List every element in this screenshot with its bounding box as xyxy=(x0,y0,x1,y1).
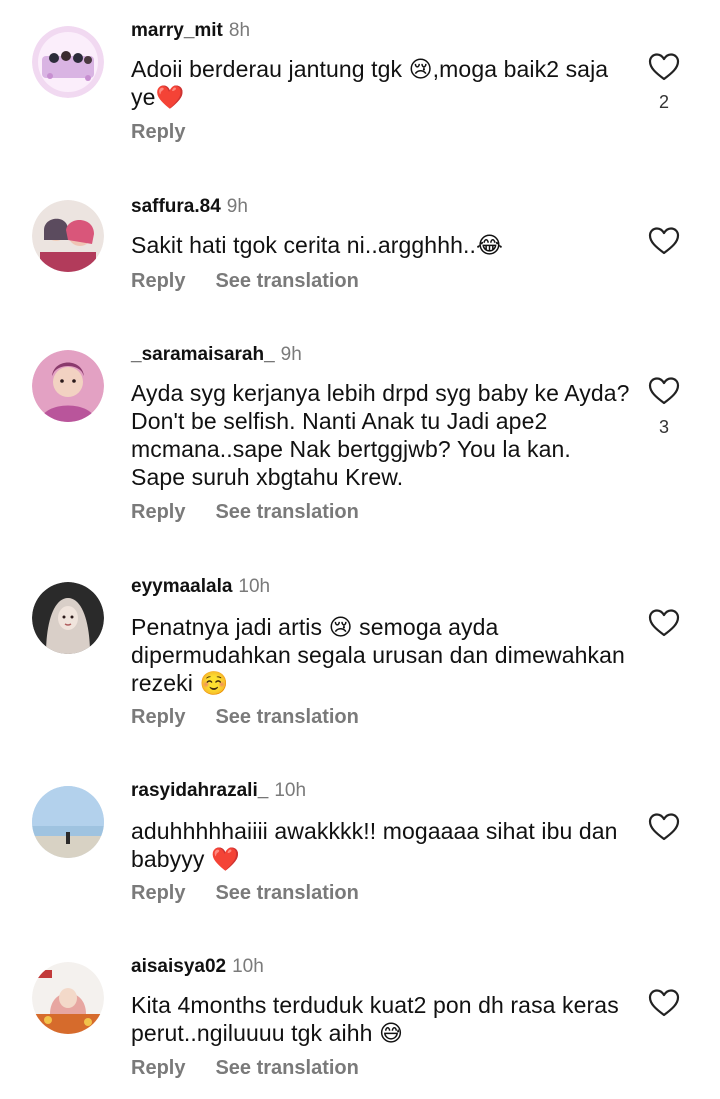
like-button[interactable] xyxy=(648,226,680,256)
reply-button[interactable]: Reply xyxy=(131,882,185,905)
heart-icon xyxy=(648,227,680,255)
see-translation-button[interactable]: See translation xyxy=(215,501,358,524)
comment-username[interactable]: rasyidahrazali_ xyxy=(131,780,268,801)
comment-text: aduhhhhhaiiii awakkkk!! mogaaaa sihat ib… xyxy=(131,818,618,872)
avatar[interactable] xyxy=(32,26,104,98)
like-button[interactable] xyxy=(648,812,680,842)
comment-time: 10h xyxy=(232,956,264,977)
comment-time: 9h xyxy=(226,196,248,217)
comment-text: Kita 4months terduduk kuat2 pon dh rasa … xyxy=(131,992,619,1046)
comment-username[interactable]: marry_mit xyxy=(131,20,223,41)
comment-time: 10h xyxy=(274,780,307,801)
avatar[interactable] xyxy=(32,200,104,272)
comment-username[interactable]: aisaisya02 xyxy=(131,956,226,977)
heart-icon xyxy=(648,377,680,405)
see-translation-button[interactable]: See translation xyxy=(215,1057,358,1080)
heart-icon xyxy=(648,989,680,1017)
see-translation-button[interactable]: See translation xyxy=(215,270,358,293)
comment-text: Sakit hati tgok cerita ni..argghhh..😂 xyxy=(131,232,503,258)
see-translation-button[interactable]: See translation xyxy=(215,706,358,729)
comment-text: Penatnya jadi artis 😢 semoga ayda diperm… xyxy=(131,614,625,696)
avatar-image xyxy=(32,962,104,1034)
see-translation-button[interactable]: See translation xyxy=(215,882,358,905)
reply-button[interactable]: Reply xyxy=(131,270,185,293)
avatar-image xyxy=(32,200,104,272)
avatar-image xyxy=(32,26,104,98)
avatar[interactable] xyxy=(32,350,104,422)
reply-button[interactable]: Reply xyxy=(131,706,185,729)
like-button[interactable] xyxy=(648,608,680,638)
avatar[interactable] xyxy=(32,962,104,1034)
reply-button[interactable]: Reply xyxy=(131,501,185,524)
comment-text: Ayda syg kerjanya lebih drpd syg baby ke… xyxy=(131,380,630,490)
heart-icon xyxy=(648,609,680,637)
avatar-image xyxy=(32,582,104,654)
avatar[interactable] xyxy=(32,582,104,654)
reply-button[interactable]: Reply xyxy=(131,121,185,144)
like-count: 2 xyxy=(658,92,669,112)
comment-username[interactable]: eyymaalala xyxy=(131,576,232,597)
comment-username[interactable]: saffura.84 xyxy=(131,196,221,217)
heart-icon xyxy=(648,813,680,841)
like-button[interactable] xyxy=(648,376,680,406)
avatar-image xyxy=(32,786,104,858)
avatar[interactable] xyxy=(32,786,104,858)
heart-icon xyxy=(648,53,680,81)
avatar-image xyxy=(32,350,104,422)
comment-time: 10h xyxy=(238,576,271,597)
comment-text: Adoii berderau jantung tgk 😢,moga baik2 … xyxy=(131,56,609,110)
comment-username[interactable]: _saramaisarah_ xyxy=(131,344,275,365)
like-button[interactable] xyxy=(648,988,680,1018)
comment-time: 9h xyxy=(280,344,302,365)
like-count: 3 xyxy=(658,417,669,437)
like-button[interactable] xyxy=(648,52,680,82)
comment-time: 8h xyxy=(228,20,251,41)
reply-button[interactable]: Reply xyxy=(131,1057,185,1080)
